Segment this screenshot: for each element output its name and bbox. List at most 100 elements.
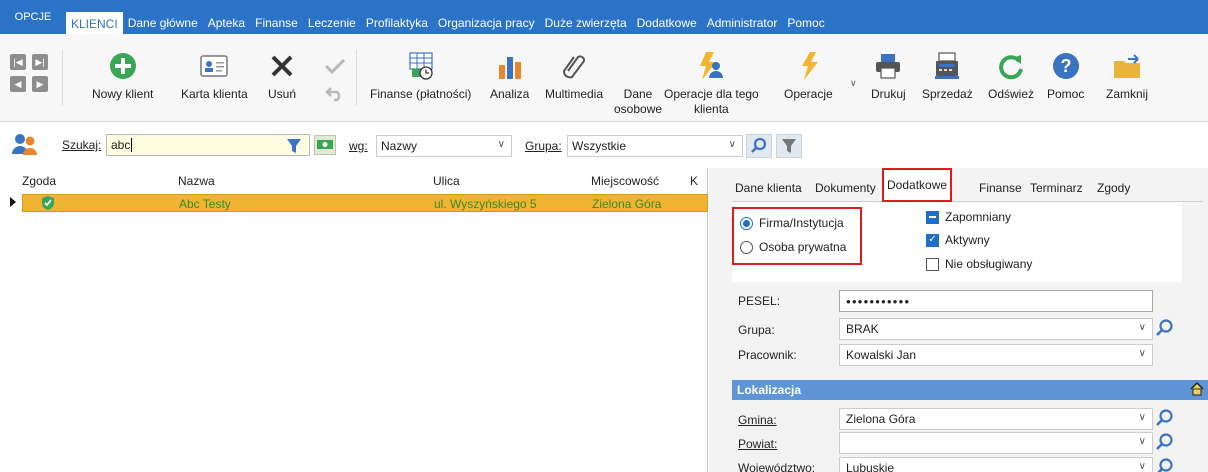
- radio-firma-instytucja[interactable]: Firma/Instytucja: [740, 216, 844, 230]
- menu-klienci[interactable]: KLIENCI: [66, 12, 123, 34]
- record-navigator: |◀ ▶| ◀ ▶: [10, 54, 50, 96]
- grupa-value: Wszystkie: [572, 139, 626, 153]
- tab-zgody[interactable]: Zgody: [1097, 174, 1130, 202]
- gmina-combo[interactable]: Zielona Góra ∨: [839, 408, 1153, 430]
- checkbox-nie-obslugiwany[interactable]: Nie obsługiwany: [926, 257, 1032, 271]
- pomoc-button[interactable]: ? Pomoc: [1047, 49, 1084, 102]
- sprzedaz-button[interactable]: Sprzedaż: [922, 49, 973, 102]
- text-cursor: [131, 138, 133, 152]
- menu-dane-glowne[interactable]: Dane główne: [123, 12, 203, 34]
- column-nazwa[interactable]: Nazwa: [178, 174, 215, 188]
- clear-filter-icon[interactable]: [776, 134, 802, 158]
- finanse-label: Finanse (płatności): [370, 87, 472, 101]
- separator: [62, 50, 63, 106]
- column-zgoda[interactable]: Zgoda: [22, 174, 56, 188]
- multimedia-button[interactable]: Multimedia: [545, 49, 603, 102]
- previous-record-icon[interactable]: ◀: [10, 76, 26, 92]
- row-pointer-icon: [10, 197, 16, 207]
- grupa-combo[interactable]: BRAK ∨: [839, 318, 1153, 340]
- gmina-value: Zielona Góra: [846, 412, 916, 426]
- pracownik-combo[interactable]: Kowalski Jan ∨: [839, 344, 1153, 366]
- add-circle-icon: [106, 49, 140, 83]
- search-icon[interactable]: [1155, 432, 1175, 452]
- tab-finanse[interactable]: Finanse: [979, 174, 1022, 202]
- column-miejscowosc[interactable]: Miejscowość: [591, 174, 659, 188]
- nowy-klient-button[interactable]: Nowy klient: [92, 49, 153, 102]
- id-card-icon: [197, 49, 231, 83]
- wg-select[interactable]: Nazwy ∨: [376, 135, 512, 157]
- column-ulica[interactable]: Ulica: [433, 174, 460, 188]
- search-icon[interactable]: [1155, 318, 1175, 338]
- table-row[interactable]: Abc Testy ul. Wyszyńskiego 5 Zielona Gór…: [22, 194, 708, 212]
- last-record-icon[interactable]: ▶|: [32, 54, 48, 70]
- search-icon[interactable]: [1155, 408, 1175, 428]
- operacje-dla-klienta-button[interactable]: Operacje dla tego klienta: [664, 49, 759, 117]
- aktywny-label: Aktywny: [945, 233, 990, 247]
- checkbox-zapomniany[interactable]: Zapomniany: [926, 210, 1011, 224]
- menu-finanse[interactable]: Finanse: [250, 12, 303, 34]
- menu-administrator[interactable]: Administrator: [702, 12, 783, 34]
- szukaj-input[interactable]: abc: [106, 134, 310, 156]
- grupa-label: Grupa:: [525, 139, 562, 153]
- analiza-button[interactable]: Analiza: [490, 49, 529, 102]
- chevron-down-icon[interactable]: ∨: [850, 78, 857, 89]
- search-icon[interactable]: [746, 134, 772, 158]
- pomoc-label: Pomoc: [1047, 87, 1085, 101]
- next-record-icon[interactable]: ▶: [32, 76, 48, 92]
- chevron-down-icon: ∨: [1138, 436, 1146, 447]
- usun-label: Usuń: [267, 87, 296, 101]
- radio-osoba-prywatna[interactable]: Osoba prywatna: [740, 240, 846, 254]
- filter-icon[interactable]: [286, 138, 302, 157]
- search-icon[interactable]: [1155, 457, 1175, 472]
- sprzedaz-label: Sprzedaż: [922, 87, 973, 101]
- usun-button[interactable]: Usuń: [265, 49, 299, 102]
- szukaj-value: abc: [111, 138, 131, 152]
- chevron-down-icon: ∨: [497, 139, 505, 150]
- multimedia-label: Multimedia: [545, 87, 604, 101]
- first-record-icon[interactable]: |◀: [10, 54, 26, 70]
- refresh-icon: [994, 49, 1028, 83]
- help-icon: ?: [1049, 49, 1083, 83]
- dane-osobowe-button[interactable]: Dane osobowe: [614, 49, 662, 117]
- money-filter-icon[interactable]: [314, 135, 336, 155]
- wg-label: wg:: [349, 139, 368, 153]
- client-type-section: Firma/Instytucja Osoba prywatna Zapomnia…: [732, 202, 1182, 282]
- powiat-combo[interactable]: ∨: [839, 432, 1153, 454]
- menu-duze-zwierzeta[interactable]: Duże zwierzęta: [540, 12, 632, 34]
- szukaj-label: Szukaj:: [62, 138, 102, 152]
- grupa-select[interactable]: Wszystkie ∨: [567, 135, 743, 157]
- menu-pomoc[interactable]: Pomoc: [782, 12, 829, 34]
- menu-opcje[interactable]: OPCJE: [0, 0, 66, 34]
- dane-osobowe-label: Dane: [623, 87, 653, 101]
- analiza-label: Analiza: [490, 87, 530, 101]
- menu-profilaktyka[interactable]: Profilaktyka: [361, 12, 433, 34]
- karta-klienta-button[interactable]: Karta klienta: [181, 49, 248, 102]
- menu-organizacja-pracy[interactable]: Organizacja pracy: [433, 12, 540, 34]
- tab-terminarz[interactable]: Terminarz: [1030, 174, 1083, 202]
- operacje-dla-klienta-label-2: klienta: [694, 102, 729, 116]
- wojewodztwo-combo[interactable]: Lubuskie ∨: [839, 457, 1153, 472]
- tab-dane-klienta[interactable]: Dane klienta: [735, 174, 802, 202]
- undo-icon: [318, 82, 352, 104]
- zamknij-button[interactable]: Zamknij: [1106, 49, 1148, 102]
- drukuj-button[interactable]: Drukuj: [871, 49, 906, 102]
- menu-leczenie[interactable]: Leczenie: [303, 12, 361, 34]
- pesel-field[interactable]: ●●●●●●●●●●●: [839, 290, 1153, 312]
- undo-button[interactable]: [318, 82, 352, 108]
- operacje-dla-klienta-label: Operacje dla tego: [664, 87, 759, 101]
- tab-dokumenty[interactable]: Dokumenty: [815, 174, 876, 202]
- bar-chart-icon: [493, 49, 527, 83]
- column-k[interactable]: K: [690, 174, 698, 188]
- menu-apteka[interactable]: Apteka: [203, 12, 250, 34]
- menu-dodatkowe[interactable]: Dodatkowe: [632, 12, 702, 34]
- checkbox-aktywny[interactable]: ✓ Aktywny: [926, 233, 990, 247]
- row-miejscowosc: Zielona Góra: [592, 197, 662, 211]
- tab-dodatkowe[interactable]: Dodatkowe: [882, 168, 953, 202]
- odswiez-button[interactable]: Odśwież: [988, 49, 1034, 102]
- operacje-button[interactable]: Operacje: [784, 49, 833, 102]
- lightning-icon: [791, 49, 825, 83]
- finanse-platnosci-button[interactable]: Finanse (płatności): [370, 49, 471, 102]
- gmina-label: Gmina:: [738, 413, 777, 427]
- pracownik-label: Pracownik:: [738, 348, 797, 362]
- home-icon[interactable]: [1190, 381, 1204, 399]
